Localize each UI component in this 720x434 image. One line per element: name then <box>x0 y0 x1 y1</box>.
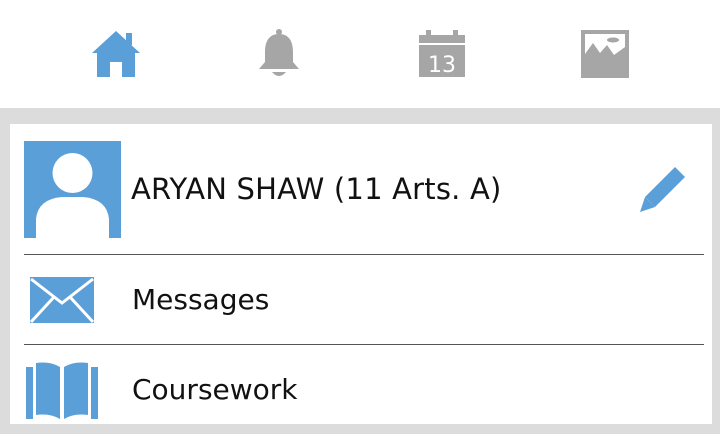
profile-row[interactable]: ARYAN SHAW (11 Arts. A) <box>24 140 704 238</box>
top-nav-bar: 13 <box>0 0 720 108</box>
menu-item-label: Messages <box>132 283 270 316</box>
menu-item-messages[interactable]: Messages <box>24 254 704 344</box>
pencil-icon <box>640 167 685 212</box>
bell-icon <box>258 29 299 76</box>
menu-item-label: Coursework <box>132 373 298 406</box>
person-icon <box>36 152 109 238</box>
envelope-icon <box>29 276 95 323</box>
messages-icon-wrap <box>26 264 98 336</box>
tab-gallery[interactable] <box>545 0 665 108</box>
home-icon <box>91 31 140 77</box>
avatar <box>24 140 121 238</box>
book-icon <box>26 362 98 419</box>
calendar-day-number: 13 <box>428 53 456 78</box>
tab-calendar[interactable]: 13 <box>382 0 502 108</box>
menu-item-coursework[interactable]: Coursework <box>24 344 704 434</box>
tab-home[interactable] <box>56 0 176 108</box>
profile-menu-card: ARYAN SHAW (11 Arts. A) Messages Coursew… <box>10 124 712 424</box>
image-icon <box>580 30 629 78</box>
calendar-icon: 13 <box>418 30 465 78</box>
coursework-icon-wrap <box>26 354 98 426</box>
edit-profile-button[interactable] <box>628 154 698 224</box>
tab-notifications[interactable] <box>219 0 339 108</box>
profile-name: ARYAN SHAW (11 Arts. A) <box>131 172 502 206</box>
